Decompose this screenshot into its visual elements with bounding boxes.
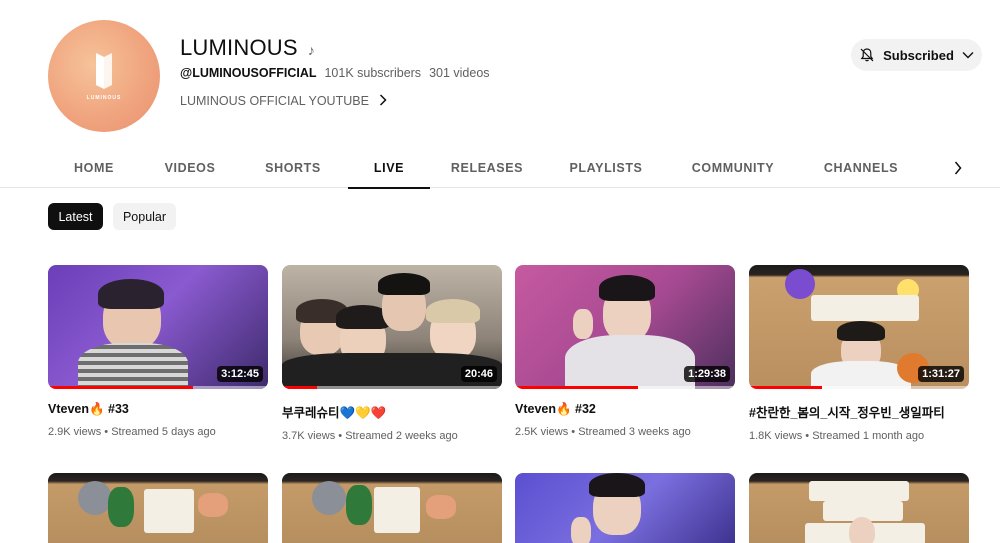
subscriber-count: 101K subscribers [324, 66, 422, 80]
video-card [282, 473, 502, 543]
tab-releases[interactable]: RELEASES [446, 148, 528, 188]
bell-off-icon [859, 47, 875, 63]
watch-progress-bar [515, 386, 639, 389]
tabs-scroll-right-button[interactable] [944, 148, 972, 188]
video-thumbnail[interactable] [749, 473, 969, 543]
subscribed-button[interactable]: Subscribed [851, 39, 982, 71]
tab-live[interactable]: LIVE [348, 148, 430, 189]
tab-playlists[interactable]: PLAYLISTS [562, 148, 650, 188]
video-count: 301 videos [429, 66, 490, 80]
channel-tabs: HOME VIDEOS SHORTS LIVE RELEASES PLAYLIS… [0, 148, 1000, 189]
video-meta: 1.8K views • Streamed 1 month ago [749, 430, 969, 442]
channel-description-link[interactable]: LUMINOUS OFFICIAL YOUTUBE [180, 93, 387, 109]
chip-latest[interactable]: Latest [48, 203, 103, 230]
video-streamed-date: Streamed 3 weeks ago [578, 426, 691, 438]
video-streamed-date: Streamed 1 month ago [812, 430, 925, 442]
video-thumbnail[interactable] [282, 473, 502, 543]
tab-shorts[interactable]: SHORTS [256, 148, 330, 188]
channel-description: LUMINOUS OFFICIAL YOUTUBE [180, 94, 369, 108]
video-thumbnail[interactable] [515, 473, 735, 543]
video-meta: 2.9K views • Streamed 5 days ago [48, 426, 268, 438]
video-thumbnail[interactable] [48, 473, 268, 543]
tab-home[interactable]: HOME [60, 148, 128, 188]
luminous-logo-icon [96, 53, 112, 89]
video-thumbnail[interactable]: 3:12:45 [48, 265, 268, 389]
video-duration: 1:29:38 [684, 366, 730, 382]
video-title[interactable]: Vteven🔥 #33 [48, 402, 268, 417]
video-views: 1.8K views [749, 430, 803, 442]
video-card: 3:12:45 Vteven🔥 #33 2.9K views • Streame… [48, 265, 268, 438]
video-duration: 20:46 [460, 366, 497, 382]
chevron-down-icon [962, 51, 974, 59]
video-card: 1:29:38 Vteven🔥 #32 2.5K views • Streame… [515, 265, 735, 438]
chip-popular[interactable]: Popular [113, 203, 176, 230]
watch-progress-bar [48, 386, 194, 389]
video-views: 2.9K views [48, 426, 102, 438]
video-views: 2.5K views [515, 426, 569, 438]
video-duration: 1:31:27 [918, 366, 964, 382]
video-card: 1:31:27 #찬란한_봄의_시작_정우빈_생일파티 1.8K views •… [749, 265, 969, 442]
music-note-icon: ♪ [307, 42, 315, 58]
video-views: 3.7K views [282, 430, 336, 442]
channel-avatar[interactable]: LUMINOUS [48, 20, 160, 132]
video-meta: 2.5K views • Streamed 3 weeks ago [515, 426, 735, 438]
channel-handle: @LUMINOUSOFFICIAL [180, 66, 317, 80]
tab-channels[interactable]: CHANNELS [818, 148, 904, 188]
video-card [515, 473, 735, 543]
video-card [48, 473, 268, 543]
avatar-logo-text: LUMINOUS [86, 95, 122, 101]
watch-progress-bar [749, 386, 822, 389]
tab-community[interactable]: COMMUNITY [684, 148, 782, 188]
channel-name-text: LUMINOUS [180, 35, 298, 60]
video-title[interactable]: Vteven🔥 #32 [515, 402, 735, 417]
video-thumbnail[interactable]: 1:29:38 [515, 265, 735, 389]
video-title[interactable]: #찬란한_봄의_시작_정우빈_생일파티 [749, 402, 969, 421]
chevron-right-icon [954, 161, 962, 175]
tab-videos[interactable]: VIDEOS [154, 148, 226, 188]
chevron-right-icon [379, 93, 387, 109]
channel-name: LUMINOUS ♪ [180, 35, 315, 61]
video-streamed-date: Streamed 2 weeks ago [345, 430, 458, 442]
channel-meta: @LUMINOUSOFFICIAL 101K subscribers 301 v… [180, 66, 490, 80]
video-duration: 3:12:45 [217, 366, 263, 382]
watch-progress-bar [282, 386, 318, 389]
video-card [749, 473, 969, 543]
video-meta: 3.7K views • Streamed 2 weeks ago [282, 430, 502, 442]
video-thumbnail[interactable]: 1:31:27 [749, 265, 969, 389]
video-thumbnail[interactable]: 20:46 [282, 265, 502, 389]
subscribed-label: Subscribed [883, 47, 954, 63]
video-streamed-date: Streamed 5 days ago [111, 426, 216, 438]
video-card: 20:46 부쿠레슈티💙💛❤️ 3.7K views • Streamed 2 … [282, 265, 502, 442]
video-title[interactable]: 부쿠레슈티💙💛❤️ [282, 402, 502, 421]
